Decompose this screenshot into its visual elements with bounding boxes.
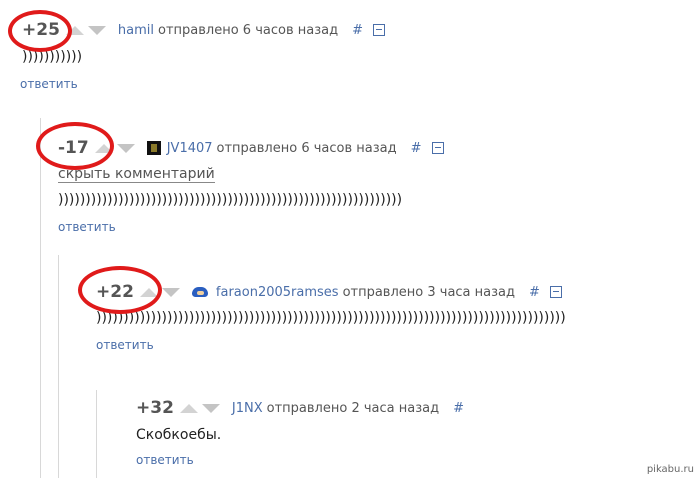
upvote-icon[interactable] (65, 25, 84, 35)
posted-time: отправлено 3 часа назад (342, 284, 515, 300)
reply-link[interactable]: ответить (96, 338, 154, 352)
username-link[interactable]: faraon2005ramses (216, 285, 339, 300)
reply-link[interactable]: ответить (136, 453, 194, 467)
comment-text: ))))))))))))))))))))))))))))))))))))))))… (58, 192, 403, 208)
thread-line (40, 118, 41, 478)
comment-header: +32 J1NX отправлено 2 часа назад # (136, 398, 464, 418)
comment-header: +25 hamil отправлено 6 часов назад # (22, 20, 385, 40)
username-link[interactable]: hamil (118, 23, 154, 38)
collapse-icon[interactable] (372, 24, 385, 36)
avatar[interactable] (146, 141, 161, 155)
thread-line (96, 390, 97, 478)
rating: +25 (22, 20, 60, 40)
collapse-icon[interactable] (431, 142, 444, 154)
collapse-icon[interactable] (549, 286, 562, 298)
comment-text: Скобкоебы. (136, 427, 222, 443)
downvote-icon[interactable] (161, 287, 180, 297)
hide-comment-link[interactable]: скрыть комментарий (58, 166, 215, 183)
permalink-link[interactable]: # (453, 401, 464, 416)
posted-time: отправлено 2 часа назад (266, 400, 440, 416)
comment-header: -17 JV1407 отправлено 6 часов назад # (58, 138, 444, 158)
username-link[interactable]: JV1407 (167, 141, 213, 156)
thread-line (58, 255, 59, 478)
posted-time: отправлено 6 часов назад (216, 140, 397, 156)
reply-link[interactable]: ответить (20, 77, 78, 91)
vote-controls (65, 25, 106, 35)
permalink-link[interactable]: # (352, 23, 363, 38)
rating: -17 (58, 138, 89, 158)
watermark: pikabu.ru (646, 464, 694, 475)
permalink-link[interactable]: # (411, 141, 422, 156)
username-link[interactable]: J1NX (232, 401, 263, 416)
comment-text: ))))))))))) (22, 49, 83, 65)
reply-link[interactable]: ответить (58, 220, 116, 234)
comment-header: +22 faraon2005ramses отправлено 3 часа н… (96, 282, 562, 302)
rating: +32 (136, 398, 174, 418)
permalink-link[interactable]: # (529, 285, 540, 300)
upvote-icon[interactable] (94, 143, 113, 153)
comment-text: ))))))))))))))))))))))))))))))))))))))))… (96, 310, 566, 326)
rating: +22 (96, 282, 134, 302)
upvote-icon[interactable] (139, 287, 158, 297)
downvote-icon[interactable] (116, 143, 135, 153)
vote-controls (139, 287, 180, 297)
vote-controls (94, 143, 135, 153)
vote-controls (179, 403, 220, 413)
posted-time: отправлено 6 часов назад (158, 22, 339, 38)
avatar[interactable] (191, 285, 208, 299)
upvote-icon[interactable] (179, 403, 198, 413)
downvote-icon[interactable] (201, 403, 220, 413)
downvote-icon[interactable] (87, 25, 106, 35)
